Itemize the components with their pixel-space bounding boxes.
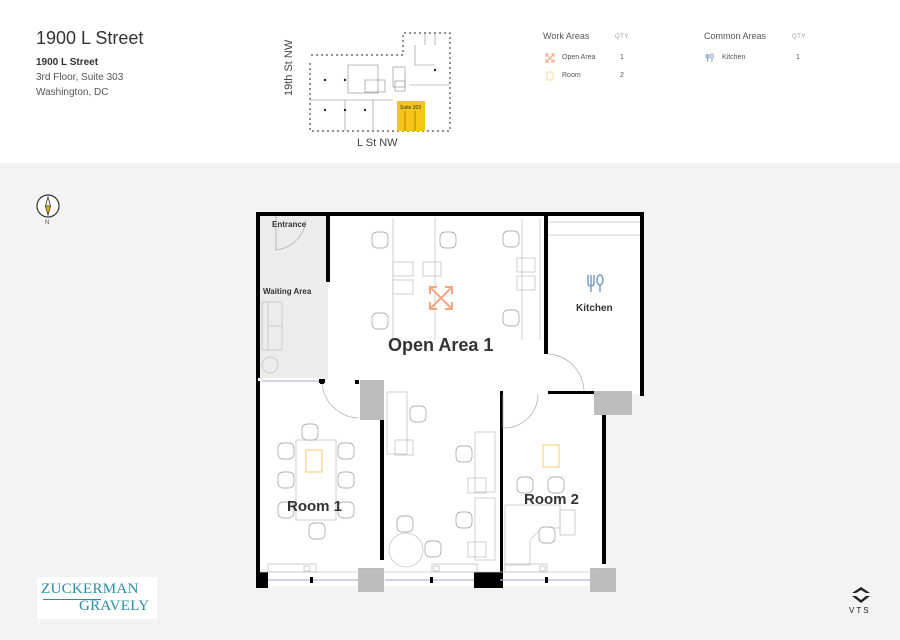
broker-logo-line1: ZUCKERMAN: [41, 581, 139, 597]
vts-logo-text: VTS: [849, 606, 871, 615]
room-label-kitchen[interactable]: Kitchen: [576, 303, 613, 314]
floor-plan: [256, 212, 645, 592]
room-label-open-area-1[interactable]: Open Area 1: [388, 335, 493, 356]
room-label-waiting-area: Waiting Area: [263, 287, 312, 296]
room-label-room-2[interactable]: Room 2: [524, 491, 579, 508]
broker-logo-line2: GRAVELY: [79, 598, 150, 614]
room-label-entrance: Entrance: [272, 220, 307, 229]
room-label-room-1[interactable]: Room 1: [287, 498, 342, 515]
waiting-area-floor: [260, 216, 328, 380]
broker-logo: ZUCKERMAN GRAVELY: [37, 577, 157, 619]
